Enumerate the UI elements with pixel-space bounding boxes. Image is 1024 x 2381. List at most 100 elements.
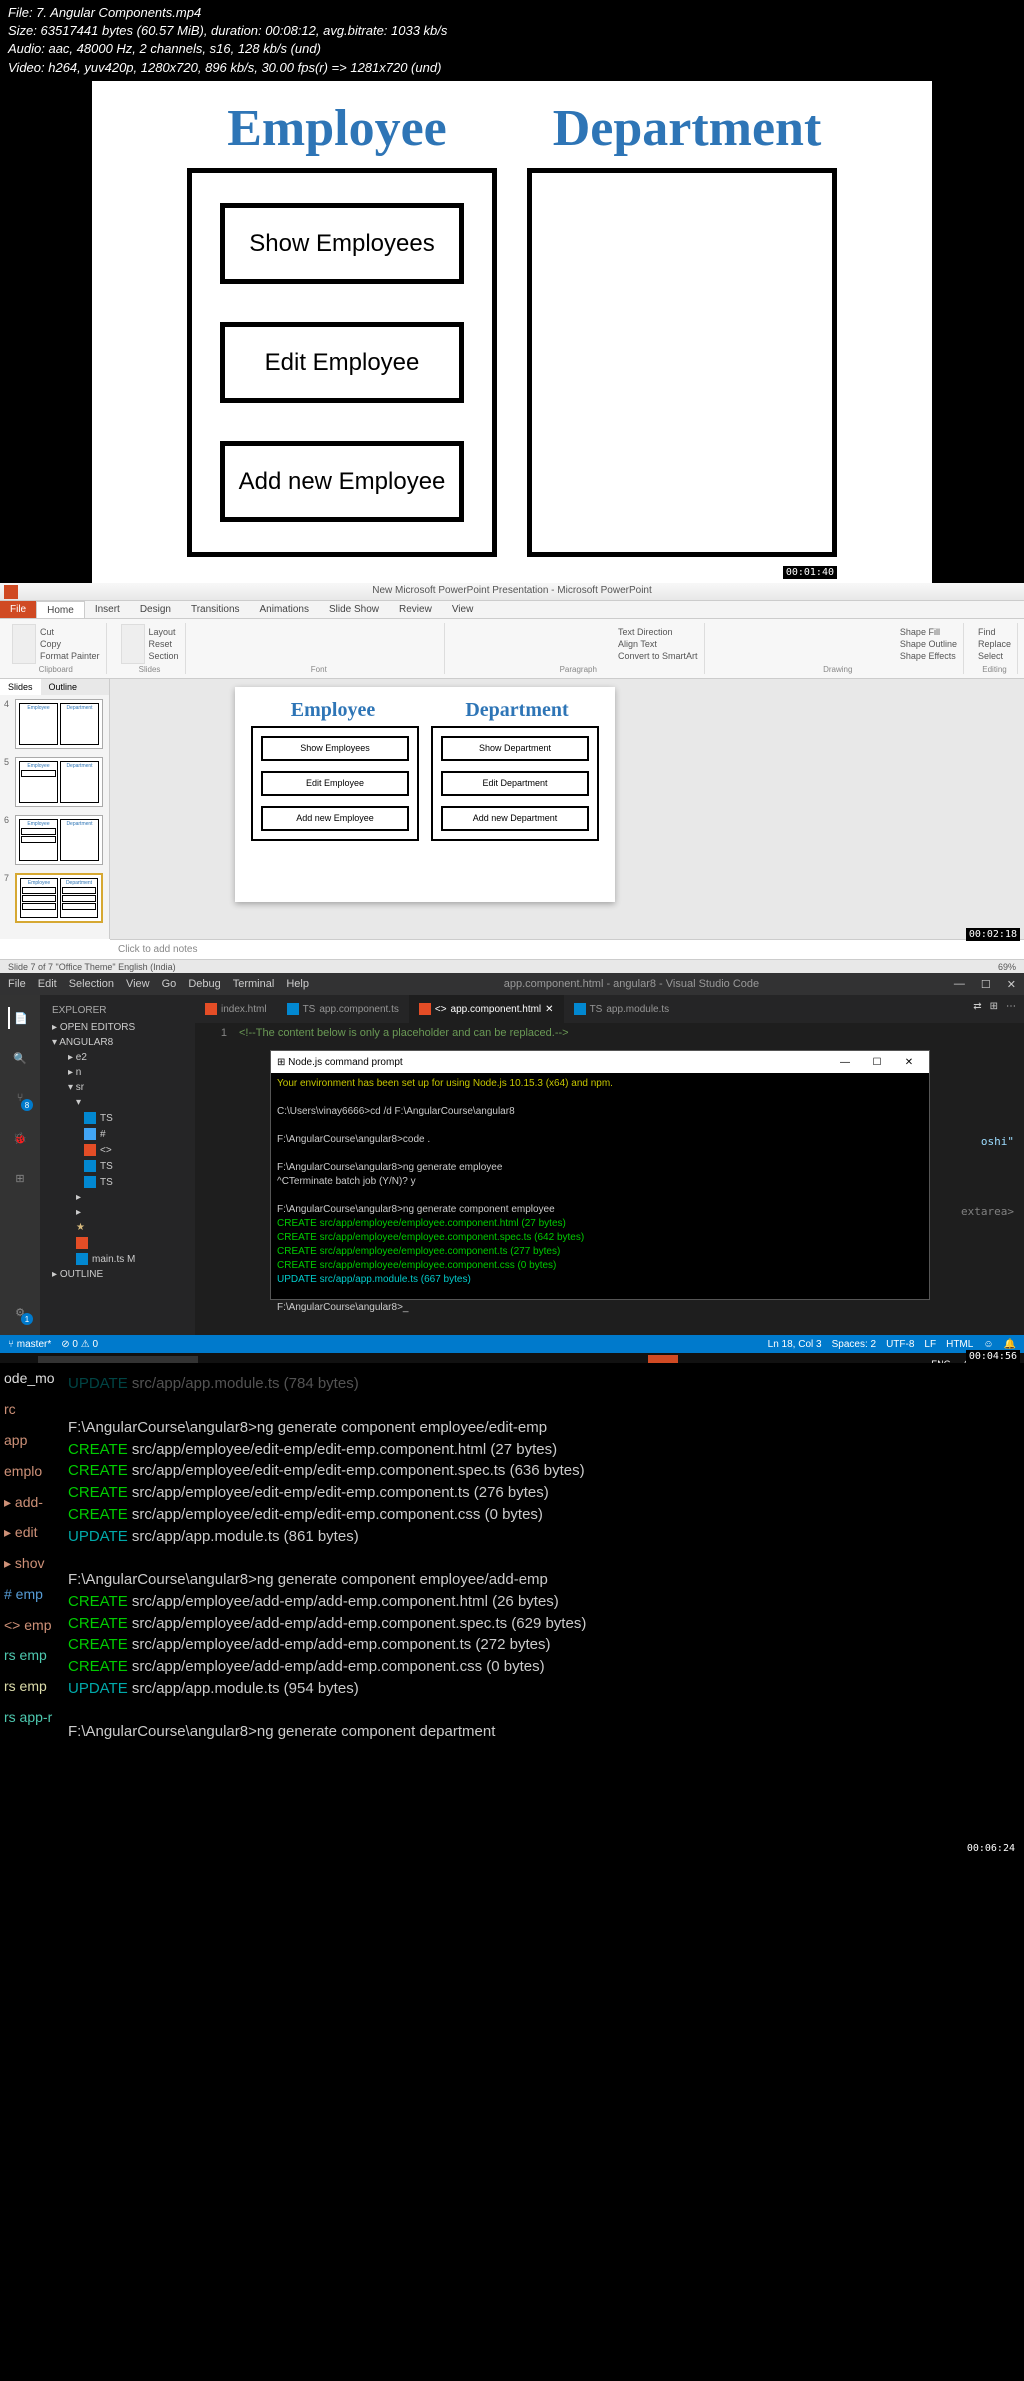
shapeoutline-btn[interactable]: Shape Outline [900, 639, 957, 649]
tab-animations[interactable]: Animations [250, 601, 319, 618]
close-btn[interactable]: ✕ [1007, 978, 1016, 991]
folder-src[interactable]: ▾ sr [40, 1080, 195, 1095]
tab-module[interactable]: TS app.module.ts [564, 995, 680, 1023]
tab-view[interactable]: View [442, 601, 484, 618]
textdir-btn[interactable]: Text Direction [618, 627, 698, 637]
terminal-window[interactable]: ⊞ Node.js command prompt—☐✕ Your environ… [270, 1050, 930, 1300]
folder-node[interactable]: ▸ n [40, 1065, 195, 1080]
debug-icon[interactable]: 🐞 [9, 1127, 31, 1149]
file-item[interactable]: <> [40, 1142, 195, 1158]
reset-btn[interactable]: Reset [149, 639, 179, 649]
menu-selection[interactable]: Selection [69, 978, 114, 990]
copy-btn[interactable]: Copy [40, 639, 100, 649]
term-body[interactable]: Your environment has been set up for usi… [271, 1073, 929, 1319]
slide-thumbnails[interactable]: SlidesOutline 4EmployeeDepartment 5Emplo… [0, 679, 110, 939]
tab-component-html[interactable]: <> app.component.html ✕ [409, 995, 564, 1023]
folder-item[interactable]: ▸ [40, 1190, 195, 1205]
file-item[interactable]: TS [40, 1110, 195, 1126]
ed-panel-dept[interactable]: Show Department Edit Department Add new De… [431, 726, 599, 840]
terminal-full[interactable]: ode_morcappemplo▸ add-▸ edit▸ shov# emp<… [0, 1363, 1024, 1863]
thumb-6[interactable]: EmployeeDepartment [15, 815, 103, 865]
ed-box[interactable]: Edit Department [441, 771, 589, 796]
menu-terminal[interactable]: Terminal [233, 978, 275, 990]
ed-box[interactable]: Add new Department [441, 806, 589, 831]
file-tab[interactable]: File [0, 601, 36, 618]
lang-mode[interactable]: HTML [946, 1339, 973, 1350]
git-branch[interactable]: ⑂ master* [8, 1339, 51, 1350]
format-btn[interactable]: Format Painter [40, 651, 100, 661]
term-max[interactable]: ☐ [863, 1053, 891, 1071]
thumb-5[interactable]: EmployeeDepartment [15, 757, 103, 807]
slides-tab[interactable]: Slides [0, 679, 41, 695]
problems[interactable]: ⊘ 0 ⚠ 0 [61, 1339, 98, 1350]
max-btn[interactable]: ☐ [981, 978, 991, 991]
explorer-panel[interactable]: EXPLORER ▸ OPEN EDITORS ▾ ANGULAR8 ▸ e2 … [40, 995, 195, 1335]
tab-index[interactable]: index.html [195, 995, 277, 1023]
thumb-4[interactable]: EmployeeDepartment [15, 699, 103, 749]
editor-content[interactable]: 1<!--The content below is only a placeho… [195, 1023, 1024, 1043]
search-icon[interactable]: 🔍 [9, 1047, 31, 1069]
replace-btn[interactable]: Replace [978, 639, 1011, 649]
smartart-btn[interactable]: Convert to SmartArt [618, 651, 698, 661]
section-btn[interactable]: Section [149, 651, 179, 661]
ed-title-emp[interactable]: Employee [251, 699, 415, 722]
bell-icon[interactable]: 🔔 [1004, 1339, 1016, 1350]
encoding[interactable]: UTF-8 [886, 1339, 914, 1350]
more-icon[interactable]: ⋯ [1006, 1001, 1016, 1017]
tab-component-ts[interactable]: TS app.component.ts [277, 995, 409, 1023]
ed-box[interactable]: Show Employees [261, 736, 409, 761]
settings-icon[interactable]: ⚙1 [9, 1301, 31, 1323]
editor-area[interactable]: index.html TS app.component.ts <> app.co… [195, 995, 1024, 1335]
tab-home[interactable]: Home [36, 601, 85, 618]
file-item[interactable]: TS [40, 1174, 195, 1190]
compare-icon[interactable]: ⇄ [973, 1001, 981, 1017]
tab-design[interactable]: Design [130, 601, 181, 618]
eol[interactable]: LF [924, 1339, 936, 1350]
thumb-7[interactable]: EmployeeDepartment [15, 873, 103, 923]
project-root[interactable]: ANGULAR8 [59, 1037, 113, 1048]
git-icon[interactable]: ⑂8 [9, 1087, 31, 1109]
file-main-ts[interactable]: main.ts M [40, 1251, 195, 1267]
outline-tab[interactable]: Outline [41, 679, 86, 695]
folder-app[interactable]: ▾ [40, 1095, 195, 1110]
extensions-icon[interactable]: ⊞ [9, 1167, 31, 1189]
term-min[interactable]: — [831, 1053, 859, 1071]
layout-btn[interactable]: Layout [149, 627, 179, 637]
split-icon[interactable]: ⊞ [990, 1001, 998, 1017]
min-btn[interactable]: — [954, 978, 965, 991]
ed-box[interactable]: Edit Employee [261, 771, 409, 796]
folder-e2e[interactable]: ▸ e2 [40, 1050, 195, 1065]
menu-file[interactable]: File [8, 978, 26, 990]
open-editors[interactable]: OPEN EDITORS [60, 1022, 135, 1033]
tab-review[interactable]: Review [389, 601, 442, 618]
slide-editor[interactable]: Employee Department Show Employees Edit Em… [110, 679, 1024, 939]
file-item[interactable] [40, 1235, 195, 1251]
menu-help[interactable]: Help [286, 978, 309, 990]
cut-btn[interactable]: Cut [40, 627, 100, 637]
file-item[interactable]: # [40, 1126, 195, 1142]
shapeeffects-btn[interactable]: Shape Effects [900, 651, 957, 661]
explorer-icon[interactable]: 📄 [8, 1007, 30, 1029]
menu-debug[interactable]: Debug [188, 978, 220, 990]
newslide-button[interactable] [121, 624, 145, 664]
menu-view[interactable]: View [126, 978, 150, 990]
file-item[interactable]: TS [40, 1158, 195, 1174]
aligntext-btn[interactable]: Align Text [618, 639, 698, 649]
menu-edit[interactable]: Edit [38, 978, 57, 990]
cursor-pos[interactable]: Ln 18, Col 3 [768, 1339, 822, 1350]
find-btn[interactable]: Find [978, 627, 1011, 637]
select-btn[interactable]: Select [978, 651, 1011, 661]
tab-transitions[interactable]: Transitions [181, 601, 250, 618]
file-item[interactable]: ★ [40, 1220, 195, 1235]
feedback-icon[interactable]: ☺ [983, 1339, 993, 1350]
paste-button[interactable] [12, 624, 36, 664]
outline-section[interactable]: OUTLINE [60, 1269, 103, 1280]
notes-area[interactable]: Click to add notes [110, 939, 1024, 959]
shapefill-btn[interactable]: Shape Fill [900, 627, 957, 637]
folder-item[interactable]: ▸ [40, 1205, 195, 1220]
ed-title-dept[interactable]: Department [435, 699, 599, 722]
ed-panel-emp[interactable]: Show EmployeesEdit EmployeeAdd new Emplo… [251, 726, 419, 840]
ed-box[interactable]: Show Department [441, 736, 589, 761]
menu-go[interactable]: Go [162, 978, 177, 990]
tab-insert[interactable]: Insert [85, 601, 130, 618]
